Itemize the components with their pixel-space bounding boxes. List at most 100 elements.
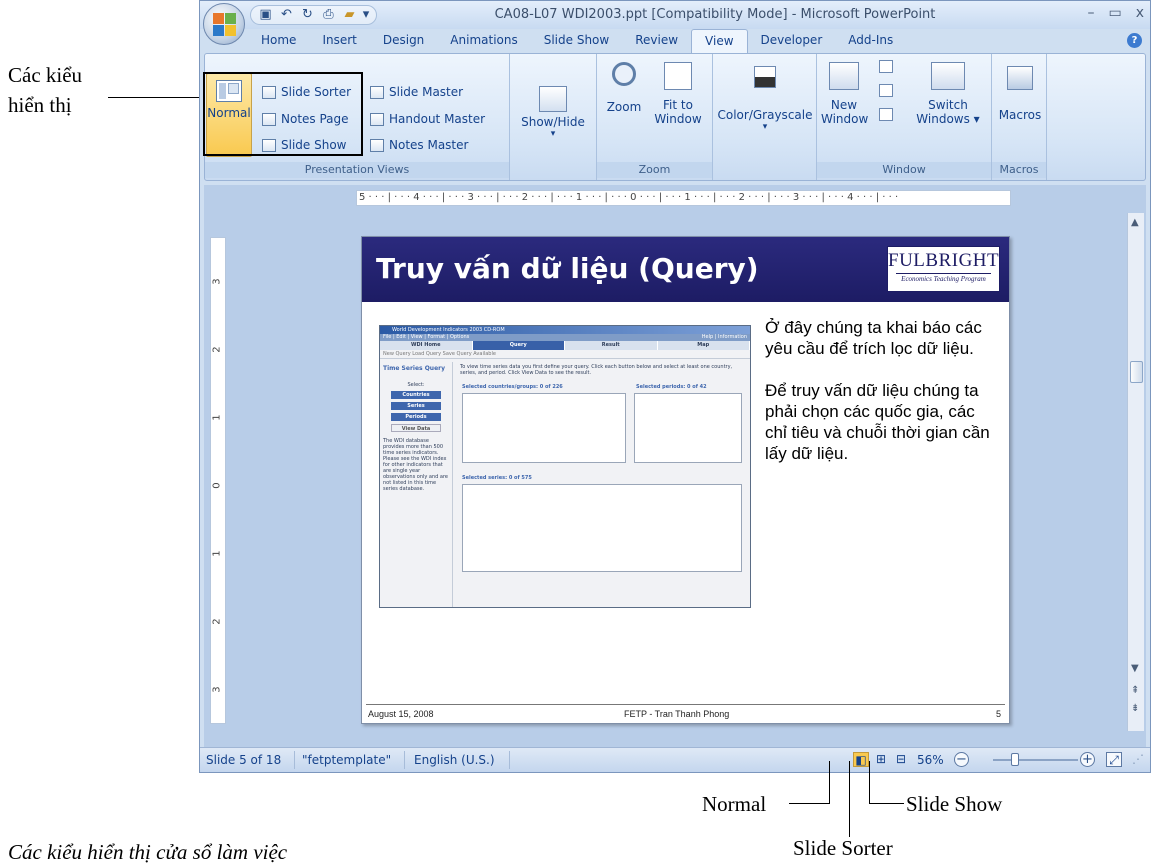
resize-grip-icon[interactable]: ⋰ (1130, 752, 1146, 767)
wdi-selected-countries: Selected countries/groups: 0 of 226 (462, 384, 563, 390)
wdi-toolbar: New Query Load Query Save Query Availabl… (380, 350, 750, 359)
wdi-countries-box (462, 393, 626, 463)
magnifier-icon (612, 62, 636, 86)
horizontal-ruler: 5 · · · | · · · 4 · · · | · · · 3 · · · … (356, 190, 1011, 206)
scroll-up-icon[interactable]: ▲ (1131, 217, 1139, 228)
tab-home[interactable]: Home (248, 29, 309, 53)
wdi-menu-right: Help | Information (701, 334, 747, 340)
slide-master-label: Slide Master (389, 85, 464, 99)
scroll-thumb[interactable] (1130, 361, 1143, 383)
slide-title[interactable]: Truy vấn dữ liệu (Query) (376, 252, 759, 285)
zoom-out-icon[interactable]: − (954, 752, 969, 767)
fit-slide-icon[interactable]: ⤢ (1106, 752, 1122, 767)
group-color: Color/Grayscale ▾ (713, 54, 817, 180)
close-button[interactable]: x (1136, 5, 1144, 21)
status-language[interactable]: English (U.S.) (414, 753, 495, 767)
tab-slide-show[interactable]: Slide Show (531, 29, 622, 53)
wdi-selected-series: Selected series: 0 of 575 (462, 475, 532, 481)
cascade-icon[interactable] (879, 84, 893, 97)
zoom-level[interactable]: 56% (917, 753, 944, 767)
wdi-menu-left: File | Edit | View | Format | Options (383, 334, 470, 340)
fulbright-logo-text: FULBRIGHT (888, 250, 1000, 271)
next-slide-icon[interactable]: ⇟ (1131, 703, 1139, 714)
new-window-icon (829, 62, 859, 90)
new-window-button[interactable]: New Window (821, 62, 868, 126)
wdi-note: The WDI database provides more than 500 … (383, 438, 449, 492)
minimize-button[interactable]: – (1087, 5, 1094, 21)
group-label-window: Window (817, 162, 991, 178)
slide-body-text[interactable]: Ở đây chúng ta khai báo các yêu cầu để t… (765, 317, 995, 485)
slide-canvas[interactable]: Truy vấn dữ liệu (Query) FULBRIGHT Econo… (361, 236, 1010, 724)
scroll-down-icon[interactable]: ▼ (1131, 663, 1139, 674)
callout-line-show-h (869, 803, 904, 804)
slide-footer-rule (366, 704, 1005, 705)
zoom-in-icon[interactable]: + (1080, 752, 1095, 767)
tab-add-ins[interactable]: Add-Ins (835, 29, 906, 53)
switch-windows-icon (931, 62, 965, 90)
callout-line-normal-v (829, 761, 830, 804)
wdi-title-bar: World Development Indicators 2003 CD-ROM (380, 326, 750, 334)
previous-slide-icon[interactable]: ⇞ (1131, 685, 1139, 696)
wdi-nav-result: Result (565, 341, 658, 350)
color-dropdown-icon: ▾ (762, 122, 768, 132)
tab-review[interactable]: Review (622, 29, 691, 53)
wdi-screenshot-image: World Development Indicators 2003 CD-ROM… (379, 325, 751, 608)
wdi-instructions: To view time series data you first defin… (460, 364, 733, 376)
wdi-periods-button: Periods (391, 413, 441, 421)
annotation-slide-show: Slide Show (906, 792, 1003, 816)
slide-show-status-icon[interactable]: ⊟ (893, 752, 909, 767)
vruler-label: 1 (211, 414, 223, 421)
macros-label: Macros (998, 108, 1042, 122)
notes-master-button[interactable]: Notes Master (370, 135, 468, 155)
slide-master-button[interactable]: Slide Master (370, 82, 463, 102)
slide-header: Truy vấn dữ liệu (Query) FULBRIGHT Econo… (362, 237, 1009, 302)
annotation-normal: Normal (702, 792, 767, 816)
fit-to-window-icon (664, 62, 692, 90)
wdi-nav: WDI Home Query Result Map (380, 341, 750, 350)
status-template-name[interactable]: "fetptemplate" (302, 753, 391, 767)
handout-master-button[interactable]: Handout Master (370, 109, 485, 129)
switch-label-2: Windows ▾ (916, 112, 980, 126)
zoom-button[interactable]: Zoom (603, 62, 645, 114)
tab-animations[interactable]: Animations (437, 29, 530, 53)
status-bar: Slide 5 of 18 "fetptemplate" English (U.… (200, 747, 1150, 772)
color-grayscale-button[interactable]: Color/Grayscale ▾ (717, 66, 813, 132)
fit-to-window-button[interactable]: Fit to Window (647, 62, 709, 126)
slide-paragraph-1: Ở đây chúng ta khai báo các yêu cầu để t… (765, 318, 982, 358)
move-split-icon[interactable] (879, 108, 893, 121)
tab-design[interactable]: Design (370, 29, 437, 53)
tab-view[interactable]: View (691, 29, 748, 53)
slide-footer-date: August 15, 2008 (368, 709, 434, 719)
slide-footer-page-number: 5 (995, 709, 1001, 719)
group-label-presentation-views: Presentation Views (205, 162, 509, 178)
wdi-countries-button: Countries (391, 391, 441, 399)
switch-label-1: Switch (928, 98, 968, 112)
vruler-label: 3 (211, 278, 223, 285)
zoom-label: Zoom (606, 100, 642, 114)
help-icon[interactable]: ? (1127, 33, 1142, 48)
slide-sorter-status-icon[interactable]: ⊞ (873, 752, 889, 767)
group-show-hide: Show/Hide ▾ (510, 54, 597, 180)
wdi-section-title: Time Series Query (383, 365, 446, 372)
status-separator (509, 751, 510, 769)
normal-view-status-icon[interactable]: ◧ (853, 752, 869, 767)
macros-button[interactable]: Macros (995, 66, 1045, 122)
annotation-views-label: Các kiểu hiển thị (8, 60, 82, 120)
annotation-pointer-line (108, 97, 205, 98)
office-button[interactable] (203, 3, 245, 45)
wdi-nav-query: Query (472, 341, 565, 350)
arrange-all-icon[interactable] (879, 60, 893, 73)
handout-master-icon (370, 112, 384, 126)
switch-windows-button[interactable]: Switch Windows ▾ (909, 62, 987, 126)
maximize-button[interactable]: ▭ (1108, 5, 1121, 21)
wdi-periods-box (634, 393, 742, 463)
vertical-scrollbar[interactable]: ▲ ▼ ⇞ ⇟ (1127, 213, 1144, 731)
show-hide-button[interactable]: Show/Hide ▾ (516, 86, 590, 139)
annotation-slide-sorter: Slide Sorter (793, 836, 893, 860)
tab-insert[interactable]: Insert (309, 29, 369, 53)
logo-divider (896, 273, 991, 274)
vertical-ruler: 3 2 1 0 1 2 3 (210, 237, 226, 724)
tab-developer[interactable]: Developer (748, 29, 836, 53)
zoom-slider[interactable] (993, 759, 1078, 761)
zoom-slider-thumb[interactable] (1010, 753, 1019, 766)
